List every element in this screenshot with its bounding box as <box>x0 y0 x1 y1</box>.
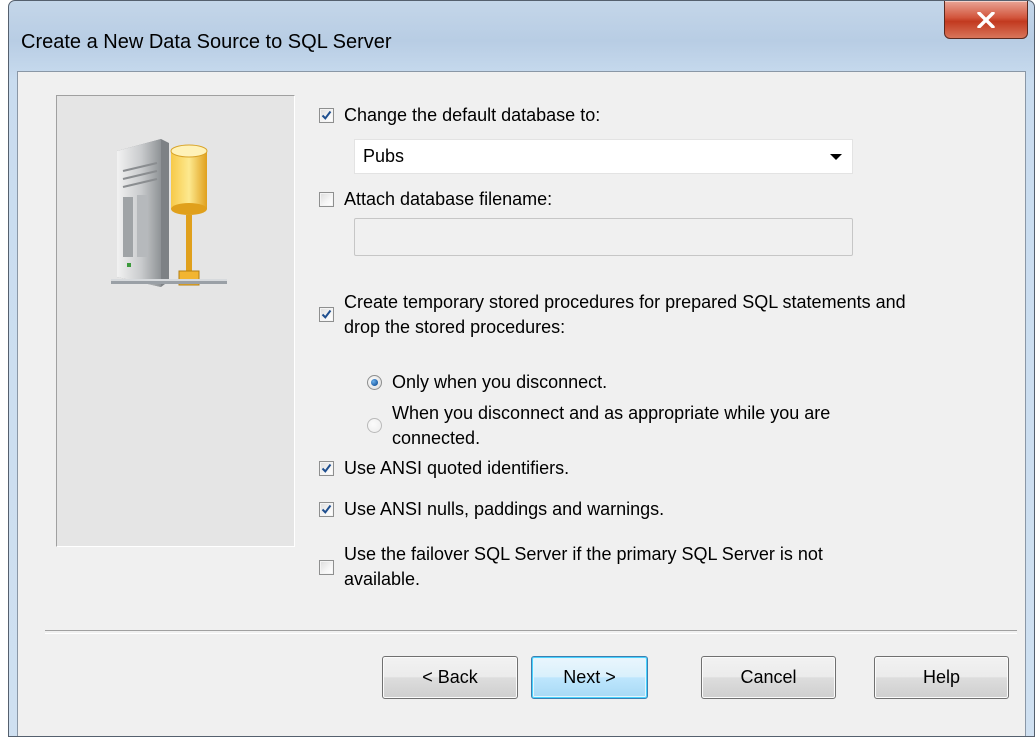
help-button[interactable]: Help <box>874 656 1009 699</box>
cancel-button[interactable]: Cancel <box>701 656 836 699</box>
database-server-icon <box>111 139 227 287</box>
create-temp-procs-label-line1: Create temporary stored procedures for p… <box>344 292 906 312</box>
failover-checkbox[interactable] <box>319 560 334 575</box>
button-separator <box>45 630 1017 634</box>
ansi-nulls-label: Use ANSI nulls, paddings and warnings. <box>344 499 665 519</box>
create-temp-procs-label-line2: drop the stored procedures: <box>344 317 566 337</box>
default-database-value: Pubs <box>363 146 405 166</box>
disconnect-and-appropriate-label-line1: When you disconnect and as appropriate w… <box>392 403 831 423</box>
checkmark-icon <box>321 504 332 514</box>
back-button[interactable]: < Back <box>382 656 518 699</box>
only-when-disconnect-radio[interactable] <box>367 375 382 390</box>
attach-db-filename-label: Attach database filename: <box>344 189 553 209</box>
change-default-db-checkbox[interactable] <box>319 108 334 123</box>
disconnect-and-appropriate-label-line2: connected. <box>392 428 481 448</box>
close-button[interactable] <box>944 1 1028 39</box>
only-when-disconnect-label: Only when you disconnect. <box>392 372 608 392</box>
chevron-down-icon <box>830 154 842 160</box>
checkmark-icon <box>321 309 332 319</box>
disconnect-and-appropriate-radio[interactable] <box>367 418 382 433</box>
change-default-db-label: Change the default database to: <box>344 105 601 125</box>
failover-label-line2: available. <box>344 569 421 589</box>
dialog-client-area: Change the default database to: Pubs Att… <box>17 71 1026 736</box>
ansi-nulls-checkbox[interactable] <box>319 502 334 517</box>
ansi-quoted-identifiers-label: Use ANSI quoted identifiers. <box>344 458 570 478</box>
create-temp-procs-checkbox[interactable] <box>319 307 334 322</box>
failover-label-line1: Use the failover SQL Server if the prima… <box>344 544 823 564</box>
dialog-window: Create a New Data Source to SQL Server C… <box>8 0 1035 737</box>
ansi-quoted-identifiers-checkbox[interactable] <box>319 461 334 476</box>
attach-db-filename-field[interactable] <box>354 218 853 256</box>
default-database-select[interactable]: Pubs <box>354 139 853 174</box>
radio-selected-dot <box>371 379 378 386</box>
checkmark-icon <box>321 110 332 120</box>
checkmark-icon <box>321 463 332 473</box>
window-title: Create a New Data Source to SQL Server <box>21 31 392 53</box>
wizard-side-panel <box>56 95 295 547</box>
close-icon <box>977 11 995 28</box>
next-button[interactable]: Next > <box>531 656 648 699</box>
attach-db-filename-checkbox[interactable] <box>319 192 334 207</box>
